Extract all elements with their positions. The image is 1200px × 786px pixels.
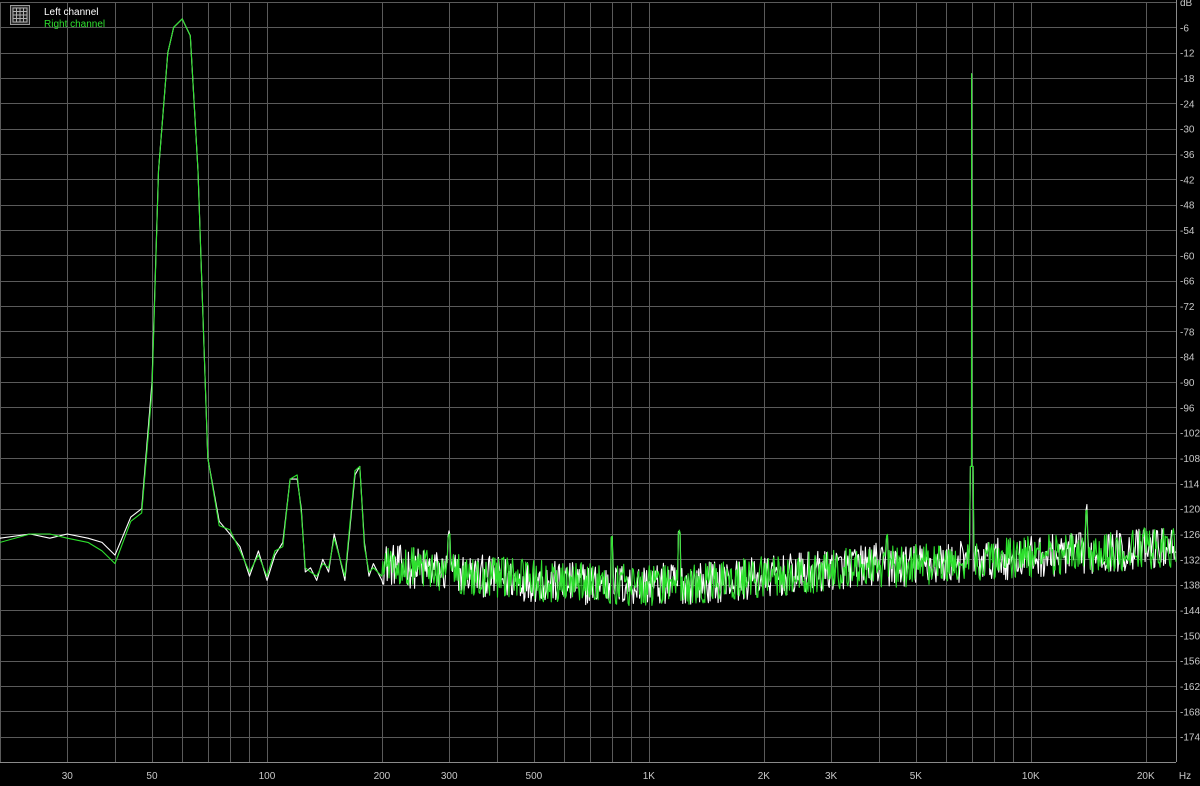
y-tick-label: -18 — [1180, 74, 1195, 85]
y-tick-label: -48 — [1180, 201, 1195, 212]
y-tick-label: -6 — [1180, 23, 1189, 34]
x-tick-label: 300 — [441, 771, 458, 782]
y-tick-label: -30 — [1180, 125, 1195, 136]
y-tick-label: -60 — [1180, 251, 1195, 262]
x-tick-label: 3K — [825, 771, 838, 782]
y-tick-label: -24 — [1180, 99, 1195, 110]
plot-background — [0, 0, 1200, 786]
y-tick-label: -108 — [1180, 454, 1200, 465]
y-tick-label: -78 — [1180, 327, 1195, 338]
y-tick-label: -150 — [1180, 631, 1200, 642]
x-tick-label: 50 — [146, 771, 158, 782]
y-tick-label: -102 — [1180, 429, 1200, 440]
x-tick-label: 500 — [526, 771, 543, 782]
y-tick-label: -72 — [1180, 302, 1195, 313]
y-tick-label: -66 — [1180, 277, 1195, 288]
y-tick-label: dB — [1180, 0, 1193, 9]
y-tick-label: -156 — [1180, 657, 1200, 668]
y-tick-label: -126 — [1180, 530, 1200, 541]
y-tick-label: -54 — [1180, 226, 1195, 237]
y-tick-label: -144 — [1180, 606, 1200, 617]
y-tick-label: -162 — [1180, 682, 1200, 693]
y-tick-label: -96 — [1180, 403, 1195, 414]
x-tick-label: 200 — [374, 771, 391, 782]
y-tick-label: -12 — [1180, 49, 1195, 60]
x-tick-label: 20K — [1137, 771, 1155, 782]
y-tick-label: -138 — [1180, 581, 1200, 592]
x-tick-label: Hz — [1179, 771, 1191, 782]
legend-right-channel: Right channel — [44, 19, 106, 30]
x-tick-label: 2K — [758, 771, 771, 782]
legend-left-channel: Left channel — [44, 7, 99, 18]
x-tick-label: 30 — [62, 771, 74, 782]
y-tick-label: -90 — [1180, 378, 1195, 389]
x-tick-label: 10K — [1022, 771, 1040, 782]
x-tick-label: 1K — [643, 771, 656, 782]
y-tick-label: -84 — [1180, 353, 1195, 364]
y-tick-label: -174 — [1180, 733, 1200, 744]
y-tick-label: -132 — [1180, 555, 1200, 566]
y-tick-label: -42 — [1180, 175, 1195, 186]
legend: Left channel Right channel — [10, 5, 105, 31]
grid-icon[interactable] — [10, 5, 30, 25]
spectrum-plot: dB -6 -12 -18 -24 -30 -36 -42 -48 -54 -60 -66 -72 -78… — [0, 0, 1200, 786]
x-tick-label: 100 — [259, 771, 276, 782]
y-tick-label: -114 — [1180, 479, 1200, 490]
legend-labels: Left channel Right channel — [44, 5, 105, 31]
y-tick-label: -36 — [1180, 150, 1195, 161]
y-tick-label: -120 — [1180, 505, 1200, 516]
x-tick-label: 5K — [910, 771, 923, 782]
y-tick-label: -168 — [1180, 707, 1200, 718]
